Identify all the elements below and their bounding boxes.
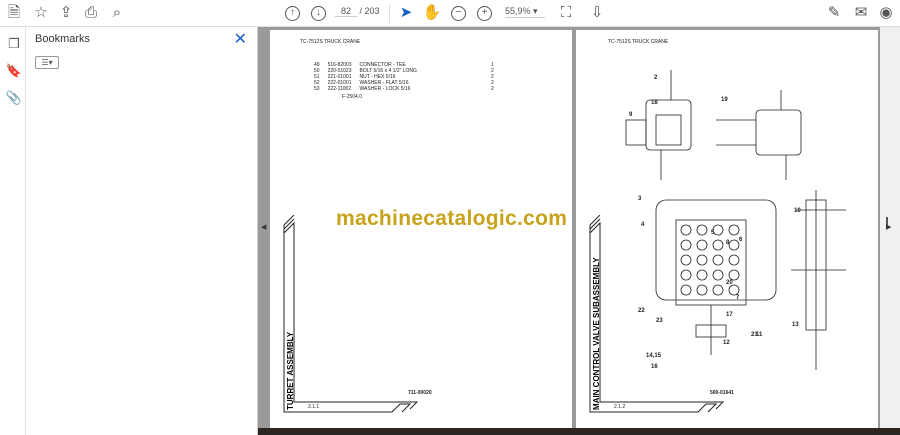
next-page-icon[interactable]: ↓ [311,6,326,21]
parts-row: 53 222-11002 WASHER - LOCK 5/16 2 [310,86,498,92]
left-rail: ❐ 🔖 📎 [0,27,26,435]
drawing-title: TURRET ASSEMBLY [286,331,295,410]
document-view: ◀ TC-7512S TRUCK CRANE 49 516-82003 CONNEC… [258,27,900,435]
part-no: 222-11002 [327,86,352,92]
callout-label: 19 [721,97,728,103]
save-icon[interactable]: 🗎 [4,4,24,22]
ref-code: F-2504.0 [342,94,363,100]
page-total: / 203 [359,6,380,16]
callout-label: 9 [629,112,633,118]
page-header: TC-7512S TRUCK CRANE [608,39,669,45]
attachment-icon[interactable]: 📎 [4,89,24,107]
close-icon[interactable]: ✕ [234,29,247,49]
fit-page-icon[interactable]: ⛶ [556,4,576,22]
prev-page-icon[interactable]: ↑ [285,6,300,21]
search-icon[interactable]: ⌕ [107,4,127,22]
drawing-number: 500-01641 [710,390,734,396]
collapse-left-icon[interactable]: ◀ [261,223,266,231]
drawing-title: MAIN CONTROL VALVE SUBASSEMBLY [592,257,601,410]
parts-table: 49 516-82003 CONNECTOR - TEE 1 50 220-01023 BO… [310,62,498,92]
zoom-in-icon[interactable]: + [477,6,492,21]
page-input[interactable] [335,6,357,17]
callout-label: 2 [654,75,658,81]
bookmark-options-button[interactable]: ☰▾ [35,56,59,69]
divider [389,4,390,23]
print-icon[interactable]: ⎙ [81,4,101,22]
toolbar: 🗎 ☆ ⇪ ⎙ ⌕ ↑ ↓ / 203 ➤ ✋ − + 55,9% ▾ ⛶ ⇩ … [0,0,900,27]
callout-label: 21 [751,332,758,338]
description: WASHER - LOCK 5/16 [359,86,411,92]
callout-label: 3 [638,196,642,202]
collapse-right-icon[interactable]: ▶ [886,223,891,231]
select-cursor-icon[interactable]: ➤ [396,4,416,22]
upload-icon[interactable]: ⇪ [56,4,76,22]
email-icon[interactable]: ✉ [851,4,871,22]
bookmarks-title: Bookmarks [35,33,91,45]
drawing-number: 711-00020 [408,390,432,396]
scrollbar[interactable]: ▶ [880,27,900,428]
bottom-bar [258,428,900,435]
zoom-out-icon[interactable]: − [451,6,466,21]
bookmarks-panel: Bookmarks ✕ ☰▾ [26,27,258,435]
section-number: 2.1.2 [614,404,626,410]
page-indicator: / 203 [335,6,380,17]
sign-icon[interactable]: ✎ [824,4,844,22]
callout-label: 13 [792,322,799,328]
callout-label: 18 [651,100,658,106]
zoom-value: 55,9% [505,6,531,16]
watermark: machinecatalogic.com [336,207,568,230]
bookmark-star-icon[interactable]: ☆ [31,4,51,22]
callout-label: 10 [794,208,801,214]
zoom-select[interactable]: 55,9% ▾ [505,6,545,18]
bookmarks-icon[interactable]: 🔖 [4,62,24,80]
hand-icon[interactable]: ✋ [422,4,442,22]
section-number: 2.1.1 [308,404,320,410]
account-icon[interactable]: ◉ [876,4,896,22]
pages-icon[interactable]: ❐ [4,35,24,53]
page-header: TC-7512S TRUCK CRANE [300,39,361,45]
scroll-mode-icon[interactable]: ⇩ [587,4,607,22]
page-right: TC-7512S TRUCK CRANE 2 3 4 5 6 7 8 9 10 11 12 13 14,… [576,30,878,428]
qty: 2 [490,86,494,92]
item-no: 53 [314,86,320,92]
